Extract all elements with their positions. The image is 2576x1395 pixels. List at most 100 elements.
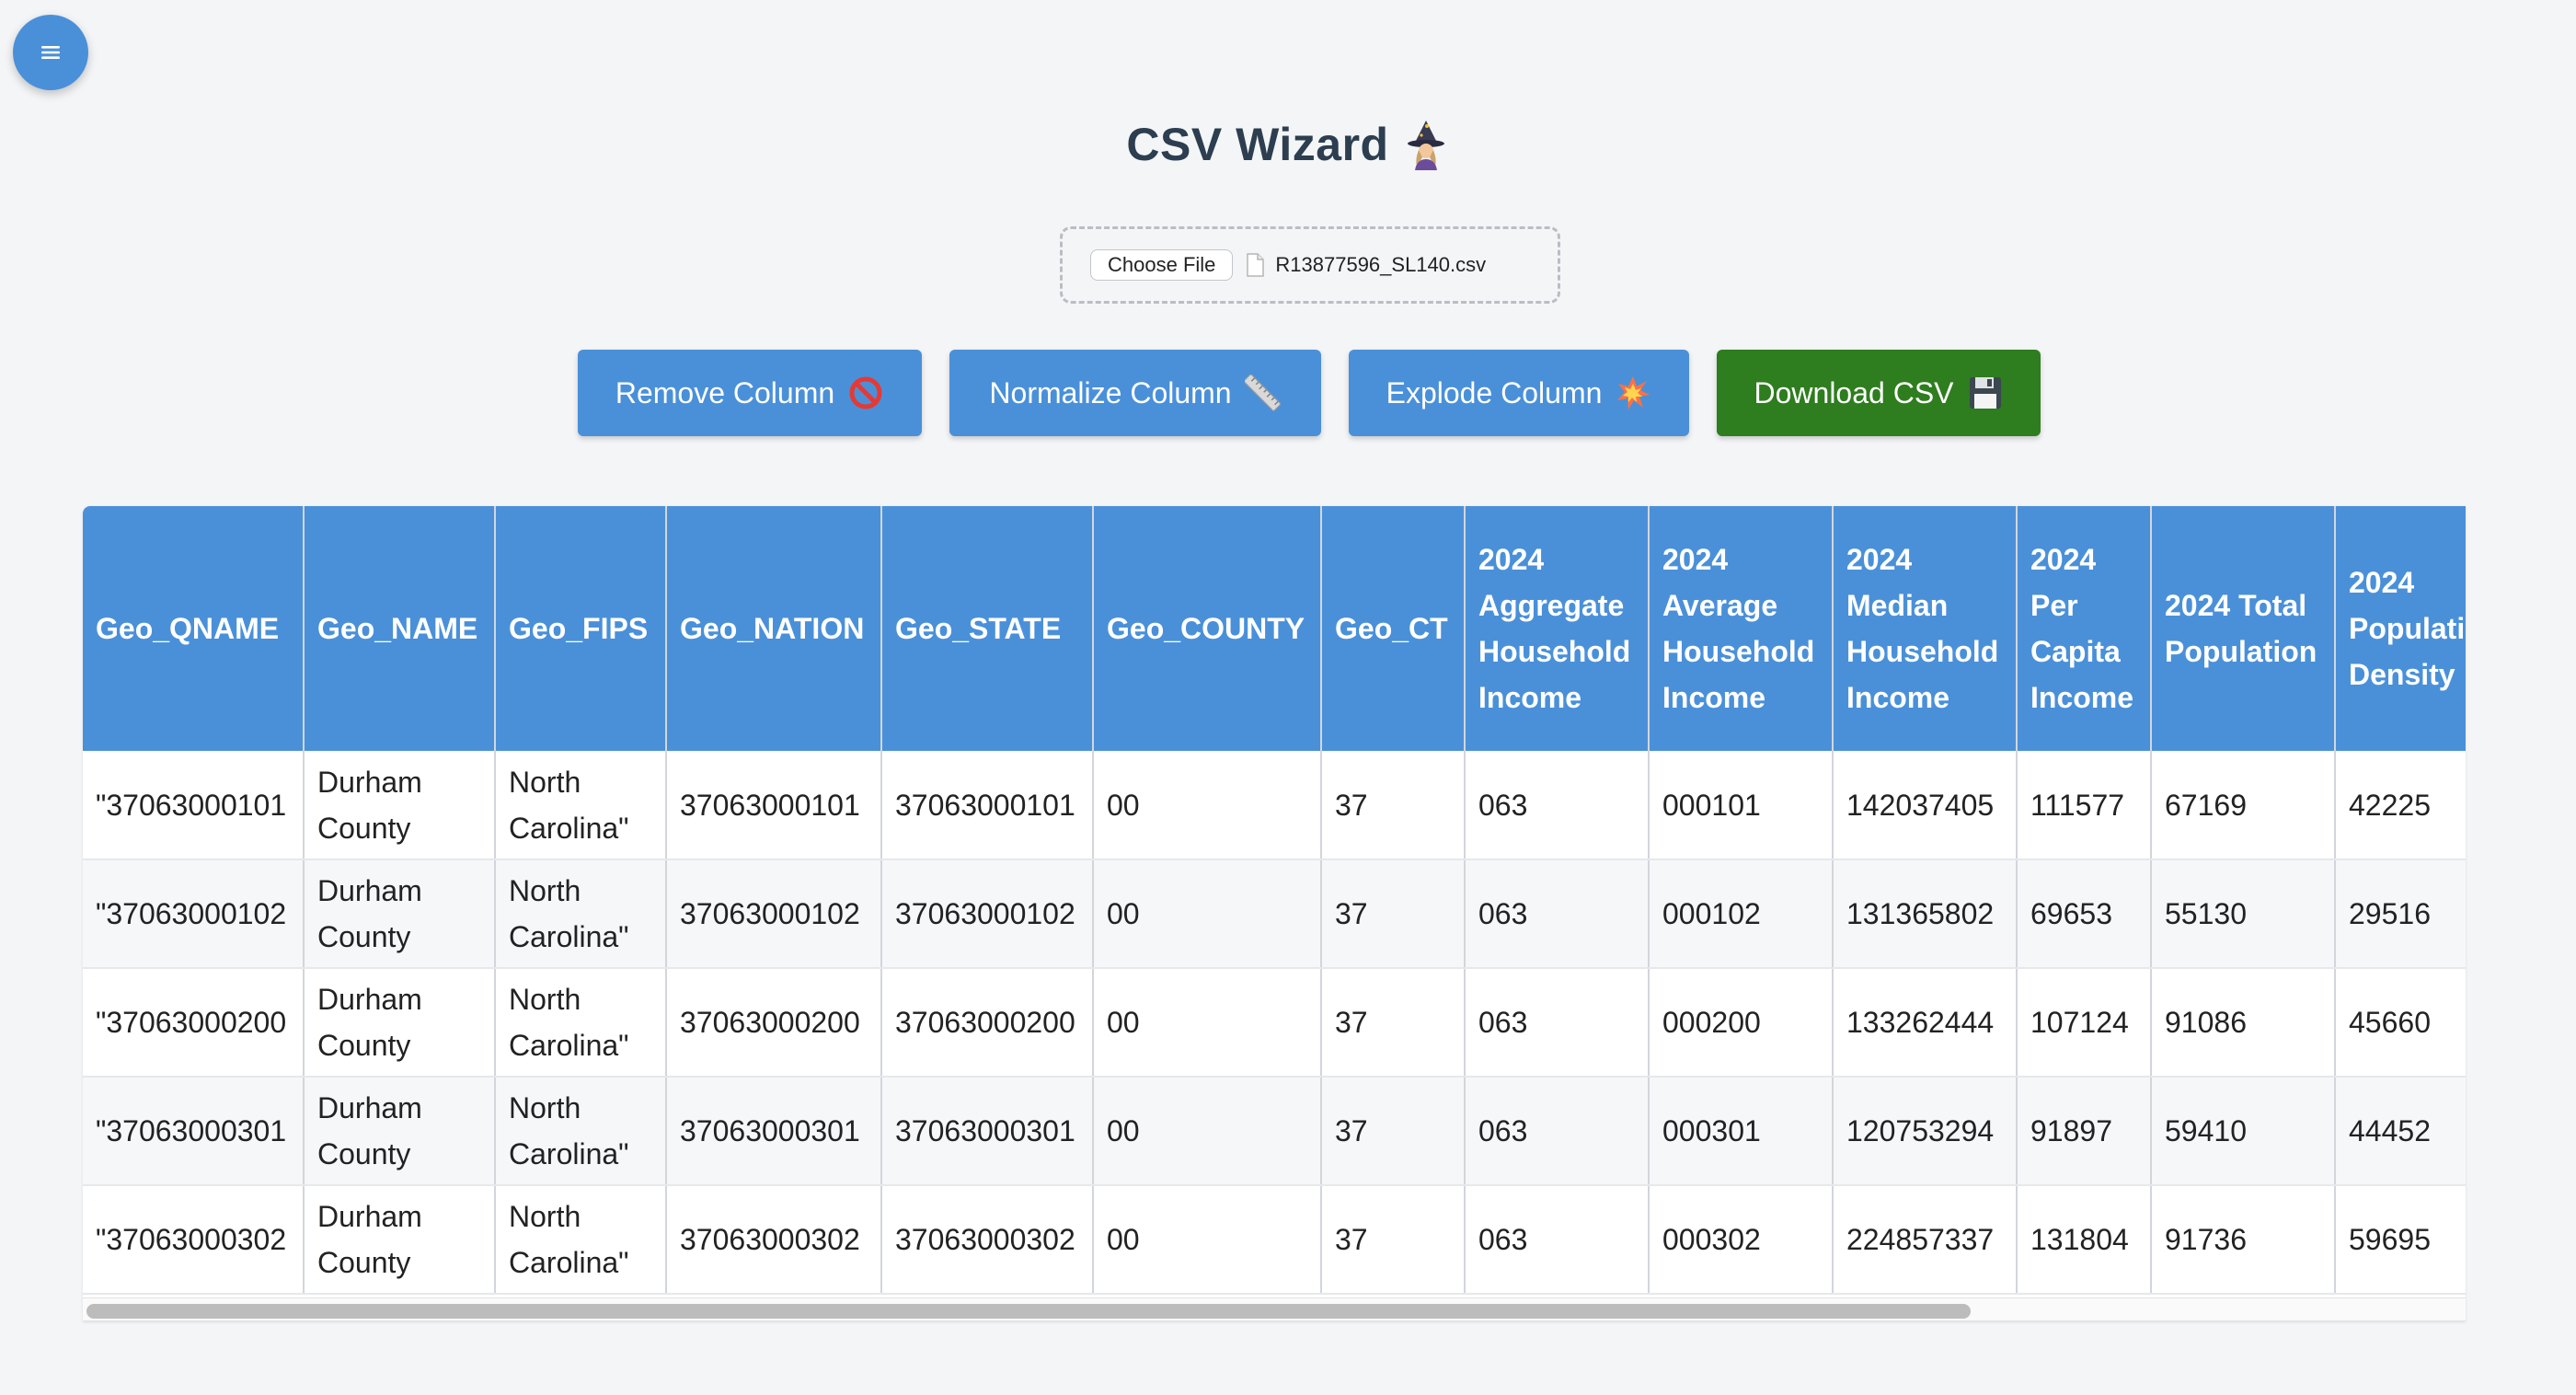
table-row: "37063000200 Durham County North Carolin… [83, 968, 2466, 1078]
table-cell: 000200 [1649, 968, 1834, 1078]
column-header[interactable]: 2024 Aggregate Household Income [1465, 506, 1650, 751]
table-cell: 91897 [2017, 1077, 2152, 1186]
prohibited-icon [849, 376, 882, 409]
normalize-column-button[interactable]: Normalize Column [949, 350, 1321, 436]
table-cell: 00 [1093, 1077, 1322, 1186]
file-drop-zone[interactable]: Choose File R13877596_SL140.csv [1060, 226, 1560, 304]
menu-button[interactable] [13, 15, 88, 90]
table-cell: 37063000200 [881, 968, 1094, 1078]
download-csv-label: Download CSV [1754, 375, 1954, 409]
table-cell: 000102 [1649, 859, 1834, 969]
table-cell: 133262444 [1833, 968, 2018, 1078]
hamburger-icon [41, 46, 60, 59]
remove-column-label: Remove Column [615, 375, 835, 409]
table-cell: 00 [1093, 968, 1322, 1078]
table-cell: 000302 [1649, 1185, 1834, 1295]
table-cell: 063 [1465, 751, 1650, 860]
table-cell: 107124 [2017, 968, 2152, 1078]
table-cell: "37063000301 [83, 1077, 305, 1186]
table-cell: North Carolina" [495, 1185, 667, 1295]
table-cell: 000101 [1649, 751, 1834, 860]
header: CSV Wizard [0, 118, 2576, 171]
table-cell: Durham County [304, 968, 496, 1078]
table-cell: 063 [1465, 1185, 1650, 1295]
wizard-icon [1407, 121, 1444, 170]
table-cell: 37063000301 [666, 1077, 882, 1186]
table-cell: Durham County [304, 1185, 496, 1295]
table-cell: "37063000102 [83, 859, 305, 969]
column-header[interactable]: 2024 Median Household Income [1833, 506, 2018, 751]
table-cell: Durham County [304, 751, 496, 860]
table-cell: 00 [1093, 859, 1322, 969]
table-cell: 37 [1321, 1077, 1466, 1186]
table-cell: 120753294 [1833, 1077, 2018, 1186]
ruler-icon [1244, 375, 1281, 411]
table-cell: 131804 [2017, 1185, 2152, 1295]
table-cell: 59695 [2335, 1185, 2466, 1295]
column-header[interactable]: 2024 Average Household Income [1649, 506, 1834, 751]
column-header[interactable]: 2024 Total Population [2151, 506, 2336, 751]
column-header[interactable]: Geo_COUNTY [1093, 506, 1322, 751]
table-cell: 29516 [2335, 859, 2466, 969]
table-cell: 37 [1321, 859, 1466, 969]
table-cell: 42225 [2335, 751, 2466, 860]
table-cell: 37063000102 [666, 859, 882, 969]
table-cell: 37063000102 [881, 859, 1094, 969]
table-row: "37063000102 Durham County North Carolin… [83, 859, 2466, 969]
table-cell: 69653 [2017, 859, 2152, 969]
file-name: R13877596_SL140.csv [1275, 253, 1487, 276]
selected-file: R13877596_SL140.csv [1246, 253, 1486, 277]
table-cell: 44452 [2335, 1077, 2466, 1186]
column-header[interactable]: Geo_FIPS [495, 506, 667, 751]
choose-file-button[interactable]: Choose File [1090, 249, 1234, 281]
explode-column-button[interactable]: Explode Column [1349, 350, 1689, 436]
horizontal-scrollbar[interactable] [83, 1297, 2466, 1321]
table-cell: "37063000101 [83, 751, 305, 860]
table-cell: 00 [1093, 1185, 1322, 1295]
table-cell: 063 [1465, 1077, 1650, 1186]
table-cell: 45660 [2335, 968, 2466, 1078]
table-cell: Durham County [304, 859, 496, 969]
table-cell: 37063000302 [881, 1185, 1094, 1295]
table-row: "37063000302 Durham County North Carolin… [83, 1185, 2466, 1295]
document-icon [1247, 253, 1265, 277]
data-table-container[interactable]: Geo_QNAME Geo_NAME Geo_FIPS Geo_NATION G… [83, 506, 2466, 1321]
table-header-row: Geo_QNAME Geo_NAME Geo_FIPS Geo_NATION G… [83, 506, 2466, 751]
column-header[interactable]: Geo_STATE [881, 506, 1094, 751]
table-cell: 67169 [2151, 751, 2336, 860]
column-header[interactable]: Geo_NAME [304, 506, 496, 751]
table-cell: 91086 [2151, 968, 2336, 1078]
data-table: Geo_QNAME Geo_NAME Geo_FIPS Geo_NATION G… [83, 506, 2466, 1295]
column-header[interactable]: Geo_CT [1321, 506, 1466, 751]
table-cell: 37063000101 [666, 751, 882, 860]
scrollbar-thumb[interactable] [86, 1304, 1971, 1319]
table-cell: 131365802 [1833, 859, 2018, 969]
table-cell: 000301 [1649, 1077, 1834, 1186]
normalize-column-label: Normalize Column [989, 375, 1232, 409]
table-cell: Durham County [304, 1077, 496, 1186]
column-header[interactable]: 2024 Population Density [2335, 506, 2466, 751]
table-cell: 37063000200 [666, 968, 882, 1078]
table-cell: 00 [1093, 751, 1322, 860]
table-cell: 59410 [2151, 1077, 2336, 1186]
floppy-disk-icon [1969, 377, 2001, 409]
table-cell: 55130 [2151, 859, 2336, 969]
table-cell: 111577 [2017, 751, 2152, 860]
remove-column-button[interactable]: Remove Column [578, 350, 922, 436]
table-cell: 063 [1465, 859, 1650, 969]
table-cell: North Carolina" [495, 968, 667, 1078]
table-cell: 063 [1465, 968, 1650, 1078]
toolbar: Remove Column Normalize Column Explode C… [578, 350, 2041, 436]
table-cell: 91736 [2151, 1185, 2336, 1295]
table-cell: 224857337 [1833, 1185, 2018, 1295]
table-cell: 37 [1321, 751, 1466, 860]
table-row: "37063000301 Durham County North Carolin… [83, 1077, 2466, 1186]
column-header[interactable]: 2024 Per Capita Income [2017, 506, 2152, 751]
table-cell: 37063000302 [666, 1185, 882, 1295]
download-csv-button[interactable]: Download CSV [1717, 350, 2041, 436]
column-header[interactable]: Geo_QNAME [83, 506, 305, 751]
table-cell: 37063000301 [881, 1077, 1094, 1186]
table-cell: "37063000200 [83, 968, 305, 1078]
column-header[interactable]: Geo_NATION [666, 506, 882, 751]
table-cell: 142037405 [1833, 751, 2018, 860]
